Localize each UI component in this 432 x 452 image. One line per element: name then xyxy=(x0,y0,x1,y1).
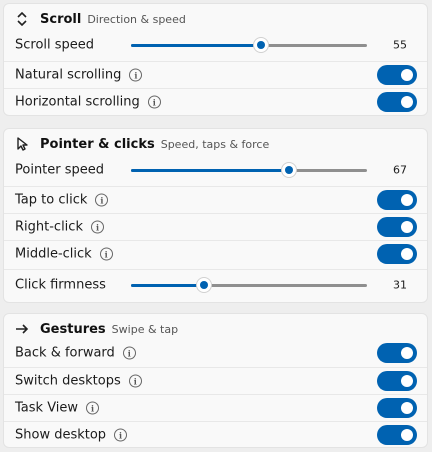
right-click-toggle[interactable] xyxy=(377,217,417,237)
task-view-label: Task View xyxy=(15,400,79,416)
middle-click-row: Middle-click i xyxy=(4,240,427,267)
middle-click-label: Middle-click xyxy=(15,246,92,262)
back-forward-row: Back & forward i xyxy=(4,340,427,366)
pointer-speed-row: Pointer speed 67 xyxy=(4,156,427,184)
horizontal-scrolling-toggle[interactable] xyxy=(377,92,417,112)
switch-desktops-label: Switch desktops xyxy=(15,373,121,389)
horizontal-scrolling-row: Horizontal scrolling i xyxy=(4,88,427,115)
natural-scrolling-label: Natural scrolling xyxy=(15,67,122,83)
info-icon[interactable]: i xyxy=(86,401,100,415)
pointer-speed-slider[interactable] xyxy=(131,162,367,178)
pointer-speed-value: 67 xyxy=(393,163,407,177)
gestures-title: Gestures xyxy=(40,321,106,337)
pointer-speed-thumb[interactable] xyxy=(281,162,298,178)
info-icon[interactable]: i xyxy=(99,247,113,261)
scroll-header: Scroll Direction & speed xyxy=(4,4,427,34)
show-desktop-toggle[interactable] xyxy=(377,425,417,445)
tap-to-click-label: Tap to click xyxy=(15,192,88,208)
scroll-title: Scroll xyxy=(40,11,82,27)
pointer-header: Pointer & clicks Speed, taps & force xyxy=(4,129,427,159)
info-icon[interactable]: i xyxy=(95,193,109,207)
right-arrow-icon xyxy=(14,321,30,337)
middle-click-toggle[interactable] xyxy=(377,244,417,264)
tap-to-click-row: Tap to click i xyxy=(4,186,427,213)
back-forward-label: Back & forward xyxy=(15,345,115,361)
info-icon[interactable]: i xyxy=(90,220,104,234)
pointer-speed-label: Pointer speed xyxy=(15,162,105,178)
scroll-speed-slider[interactable] xyxy=(131,37,367,53)
mouse-pointer-icon xyxy=(14,136,30,152)
horizontal-scrolling-label: Horizontal scrolling xyxy=(15,94,140,110)
pointer-card: Pointer & clicks Speed, taps & force Poin… xyxy=(3,128,428,303)
info-icon[interactable]: i xyxy=(128,374,142,388)
click-firmness-thumb[interactable] xyxy=(196,277,213,293)
show-desktop-label: Show desktop xyxy=(15,427,107,443)
scroll-card: Scroll Direction & speed Scroll speed 55 … xyxy=(3,3,428,116)
pointer-title: Pointer & clicks xyxy=(40,136,155,152)
task-view-toggle[interactable] xyxy=(377,398,417,418)
click-firmness-slider[interactable] xyxy=(131,277,367,293)
scroll-speed-label: Scroll speed xyxy=(15,37,95,53)
scroll-speed-thumb[interactable] xyxy=(252,37,269,53)
info-icon[interactable]: i xyxy=(122,346,136,360)
info-icon[interactable]: i xyxy=(147,95,161,109)
up-down-chevrons-icon xyxy=(14,11,30,27)
info-icon[interactable]: i xyxy=(114,428,128,442)
gestures-card: Gestures Swipe & tap Back & forward i Swit… xyxy=(3,313,428,448)
gestures-subtitle: Swipe & tap xyxy=(111,322,179,336)
scroll-speed-row: Scroll speed 55 xyxy=(4,31,427,59)
show-desktop-row: Show desktop i xyxy=(4,421,427,448)
task-view-row: Task View i xyxy=(4,394,427,421)
switch-desktops-toggle[interactable] xyxy=(377,371,417,391)
info-icon[interactable]: i xyxy=(129,68,143,82)
click-firmness-row: Click firmness 31 xyxy=(4,269,427,300)
right-click-row: Right-click i xyxy=(4,213,427,240)
natural-scrolling-toggle[interactable] xyxy=(377,65,417,85)
click-firmness-value: 31 xyxy=(393,278,407,292)
scroll-subtitle: Direction & speed xyxy=(87,12,186,26)
switch-desktops-row: Switch desktops i xyxy=(4,367,427,394)
tap-to-click-toggle[interactable] xyxy=(377,190,417,210)
natural-scrolling-row: Natural scrolling i xyxy=(4,61,427,88)
right-click-label: Right-click xyxy=(15,219,83,235)
scroll-speed-value: 55 xyxy=(393,38,407,52)
click-firmness-label: Click firmness xyxy=(15,277,106,293)
pointer-subtitle: Speed, taps & force xyxy=(160,137,270,151)
back-forward-toggle[interactable] xyxy=(377,343,417,363)
